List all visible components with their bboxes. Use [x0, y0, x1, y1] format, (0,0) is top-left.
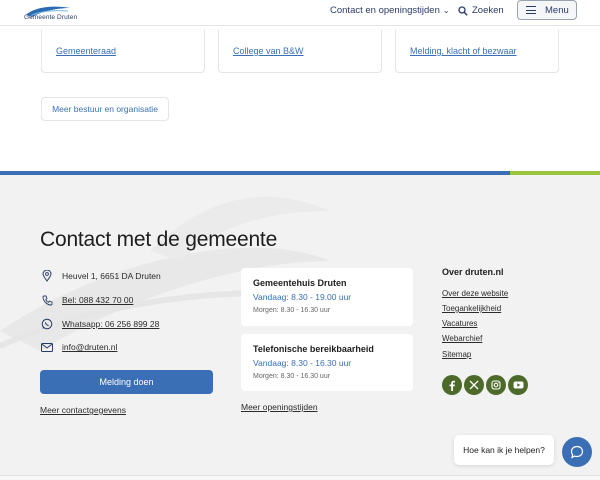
- hours-tomorrow: Morgen: 8.30 - 16.30 uur: [253, 373, 331, 380]
- instagram-icon: [491, 380, 501, 390]
- footer-bottom-line: [0, 475, 600, 480]
- chat-button[interactable]: [562, 437, 592, 467]
- youtube-button[interactable]: [508, 375, 528, 395]
- hours-title: Gemeentehuis Druten: [253, 278, 347, 288]
- hours-today: Vandaag: 8.30 - 19.00 uur: [253, 292, 352, 302]
- contact-whatsapp[interactable]: Whatsapp: 06 256 899 28: [40, 317, 159, 331]
- phone-icon: [40, 293, 54, 307]
- card-link-college[interactable]: College van B&W: [233, 46, 304, 56]
- about-title: Over druten.nl: [442, 267, 504, 277]
- nav-search[interactable]: Zoeken: [458, 5, 504, 16]
- address-text: Heuvel 1, 6651 DA Druten: [62, 271, 161, 281]
- hours-tomorrow: Morgen: 8.30 - 16.30 uur: [253, 307, 331, 314]
- contact-address: Heuvel 1, 6651 DA Druten: [40, 269, 161, 283]
- menu-label: Menu: [545, 4, 569, 16]
- chevron-down-icon: ⌄: [442, 6, 450, 15]
- hamburger-icon: [526, 6, 536, 15]
- about-link-website[interactable]: Over deze website: [442, 289, 508, 298]
- about-link-vacatures[interactable]: Vacatures: [442, 319, 477, 328]
- search-icon: [458, 5, 468, 16]
- chat-icon: [570, 445, 584, 459]
- card-melding[interactable]: Melding, klacht of bezwaar: [395, 30, 559, 73]
- melding-doen-button[interactable]: Melding doen: [40, 370, 213, 394]
- facebook-icon: [449, 380, 455, 391]
- footer-bar-blue: [0, 171, 510, 175]
- more-hours-link[interactable]: Meer openingstijden: [241, 402, 318, 412]
- menu-button[interactable]: Menu: [517, 0, 577, 20]
- facebook-button[interactable]: [442, 375, 462, 395]
- card-link-gemeenteraad[interactable]: Gemeenteraad: [56, 46, 116, 56]
- footer-bar-green: [510, 171, 600, 175]
- help-bubble[interactable]: Hoe kan ik je helpen?: [454, 435, 554, 465]
- card-link-melding[interactable]: Melding, klacht of bezwaar: [410, 46, 517, 56]
- about-link-toegankelijkheid[interactable]: Toegankelijkheid: [442, 304, 501, 313]
- contact-phone[interactable]: Bel: 088 432 70 00: [40, 293, 133, 307]
- x-icon: [469, 380, 479, 390]
- search-label: Zoeken: [472, 5, 504, 16]
- whatsapp-link[interactable]: Whatsapp: 06 256 899 28: [62, 319, 159, 329]
- contact-email[interactable]: info@druten.nl: [40, 340, 117, 354]
- email-link[interactable]: info@druten.nl: [62, 342, 117, 352]
- hours-title: Telefonische bereikbaarheid: [253, 344, 374, 354]
- site-header: Gemeente Druten Contact en openingstijde…: [0, 0, 600, 26]
- card-gemeenteraad[interactable]: Gemeenteraad: [41, 30, 205, 73]
- about-link-sitemap[interactable]: Sitemap: [442, 350, 471, 359]
- hours-card-gemeentehuis: Gemeentehuis Druten Vandaag: 8.30 - 19.0…: [241, 268, 413, 326]
- whatsapp-icon: [40, 317, 54, 331]
- instagram-button[interactable]: [486, 375, 506, 395]
- site-footer: Contact met de gemeente Heuvel 1, 6651 D…: [0, 171, 600, 480]
- more-contact-link[interactable]: Meer contactgegevens: [40, 405, 126, 415]
- x-button[interactable]: [464, 375, 484, 395]
- more-bestuur-button[interactable]: Meer bestuur en organisatie: [41, 97, 169, 121]
- contact-title: Contact met de gemeente: [40, 228, 278, 251]
- logo-text: Gemeente Druten: [24, 14, 78, 21]
- hours-today: Vandaag: 8.30 - 16.30 uur: [253, 358, 352, 368]
- nav-contact-label: Contact en openingstijden: [330, 5, 440, 16]
- about-link-webarchief[interactable]: Webarchief: [442, 334, 482, 343]
- nav-contact-openingstijden[interactable]: Contact en openingstijden ⌄: [330, 5, 450, 16]
- hours-card-telefonisch: Telefonische bereikbaarheid Vandaag: 8.3…: [241, 334, 413, 391]
- location-pin-icon: [40, 269, 54, 283]
- card-college[interactable]: College van B&W: [218, 30, 382, 73]
- mail-icon: [40, 340, 54, 354]
- youtube-icon: [513, 381, 523, 389]
- phone-link[interactable]: Bel: 088 432 70 00: [62, 295, 133, 305]
